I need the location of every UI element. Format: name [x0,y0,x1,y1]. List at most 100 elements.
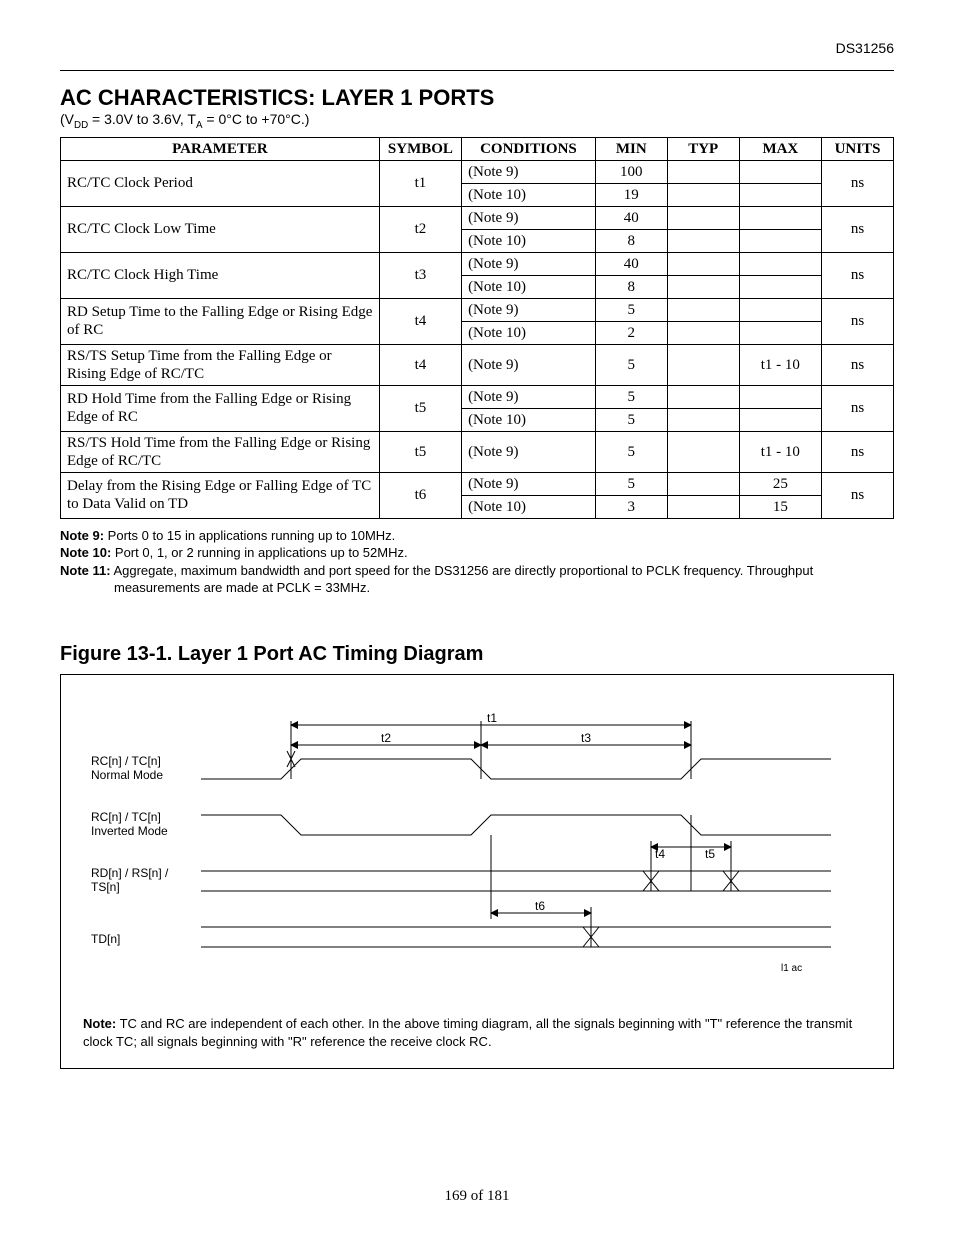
cell-max [739,408,821,431]
col-units: UNITS [821,137,893,160]
dim-t3: t3 [581,731,591,745]
table-row: Delay from the Rising Edge or Falling Ed… [61,472,894,495]
cell-min: 40 [595,252,667,275]
page-number: 169 of 181 [0,1188,954,1205]
cell-max [739,275,821,298]
timing-svg: t1 t2 t3 t4 t5 t6 l1 ac [191,701,851,991]
cell-conditions: (Note 10) [462,408,596,431]
cell-min: 5 [595,408,667,431]
figure-note-text: TC and RC are independent of each other.… [83,1016,852,1049]
cell-typ [667,275,739,298]
cell-max [739,385,821,408]
cell-max: t1 - 10 [739,344,821,385]
cell-min: 8 [595,229,667,252]
dim-t1: t1 [487,711,497,725]
cell-parameter: RS/TS Hold Time from the Falling Edge or… [61,431,380,472]
cell-units: ns [821,431,893,472]
cell-min: 8 [595,275,667,298]
cell-typ [667,431,739,472]
cell-units: ns [821,206,893,252]
table-row: RS/TS Setup Time from the Falling Edge o… [61,344,894,385]
dim-t5: t5 [705,847,715,861]
cell-max [739,321,821,344]
cell-typ [667,408,739,431]
dim-t4: t4 [655,847,665,861]
cell-conditions: (Note 9) [462,252,596,275]
cell-min: 5 [595,385,667,408]
cell-conditions: (Note 9) [462,160,596,183]
cell-typ [667,183,739,206]
col-symbol: SYMBOL [379,137,461,160]
cell-parameter: RC/TC Clock Period [61,160,380,206]
cell-min: 100 [595,160,667,183]
table-row: RC/TC Clock Low Timet2(Note 9)40ns [61,206,894,229]
table-row: RD Hold Time from the Falling Edge or Ri… [61,385,894,408]
cell-max [739,298,821,321]
cell-units: ns [821,160,893,206]
cell-min: 5 [595,431,667,472]
header-rule [60,70,894,71]
cell-symbol: t5 [379,431,461,472]
cell-conditions: (Note 9) [462,385,596,408]
cell-parameter: RC/TC Clock Low Time [61,206,380,252]
cell-symbol: t4 [379,298,461,344]
cell-typ [667,321,739,344]
figure-title: Figure 13-1. Layer 1 Port AC Timing Diag… [60,643,894,666]
col-parameter: PARAMETER [61,137,380,160]
cell-max [739,183,821,206]
cell-min: 40 [595,206,667,229]
cell-conditions: (Note 10) [462,229,596,252]
cell-conditions: (Note 9) [462,472,596,495]
cell-symbol: t6 [379,472,461,518]
cell-units: ns [821,252,893,298]
cell-symbol: t2 [379,206,461,252]
cell-parameter: RC/TC Clock High Time [61,252,380,298]
cell-parameter: RS/TS Setup Time from the Falling Edge o… [61,344,380,385]
cell-conditions: (Note 9) [462,298,596,321]
cell-conditions: (Note 9) [462,206,596,229]
timing-diagram: RC[n] / TC[n]Normal Mode RC[n] / TC[n]In… [91,701,871,1001]
cell-min: 3 [595,495,667,518]
col-max: MAX [739,137,821,160]
cell-min: 5 [595,344,667,385]
cell-conditions: (Note 9) [462,344,596,385]
cell-parameter: RD Hold Time from the Falling Edge or Ri… [61,385,380,431]
figure-note: Note: TC and RC are independent of each … [83,1015,871,1050]
cell-units: ns [821,472,893,518]
cell-units: ns [821,298,893,344]
cell-conditions: (Note 9) [462,431,596,472]
dim-t6: t6 [535,899,545,913]
col-conditions: CONDITIONS [462,137,596,160]
cell-max: 15 [739,495,821,518]
cell-symbol: t3 [379,252,461,298]
cell-typ [667,385,739,408]
figure-note-label: Note: [83,1016,116,1031]
section-title: AC CHARACTERISTICS: LAYER 1 PORTS [60,85,894,111]
cell-typ [667,229,739,252]
document-code: DS31256 [60,40,894,56]
timing-diagram-box: RC[n] / TC[n]Normal Mode RC[n] / TC[n]In… [60,674,894,1069]
cell-units: ns [821,385,893,431]
cell-parameter: Delay from the Rising Edge or Falling Ed… [61,472,380,518]
table-row: RC/TC Clock Periodt1(Note 9)100ns [61,160,894,183]
diagram-corner-label: l1 ac [781,963,802,974]
cell-max [739,160,821,183]
signal-label-rc-tc-inverted: RC[n] / TC[n]Inverted Mode [91,811,187,839]
cell-conditions: (Note 10) [462,321,596,344]
operating-conditions: (VDD = 3.0V to 3.6V, TA = 0°C to +70°C.) [60,111,894,131]
cell-typ [667,495,739,518]
table-row: RD Setup Time to the Falling Edge or Ris… [61,298,894,321]
signal-label-td: TD[n] [91,933,187,947]
cell-typ [667,252,739,275]
cell-max [739,252,821,275]
cell-typ [667,298,739,321]
cell-typ [667,160,739,183]
signal-label-rc-tc-normal: RC[n] / TC[n]Normal Mode [91,755,187,783]
cell-max [739,229,821,252]
cell-symbol: t5 [379,385,461,431]
ac-characteristics-table: PARAMETER SYMBOL CONDITIONS MIN TYP MAX … [60,137,894,519]
cell-conditions: (Note 10) [462,183,596,206]
cell-typ [667,472,739,495]
table-header-row: PARAMETER SYMBOL CONDITIONS MIN TYP MAX … [61,137,894,160]
col-typ: TYP [667,137,739,160]
